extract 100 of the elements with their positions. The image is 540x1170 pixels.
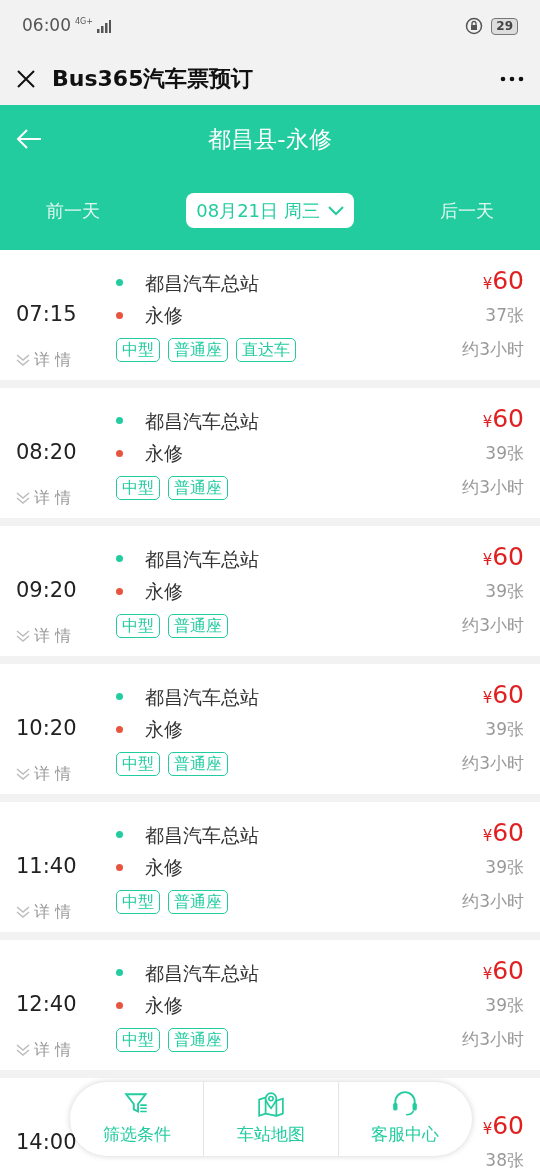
details-toggle[interactable]: 详 情 bbox=[16, 486, 72, 510]
details-toggle[interactable]: 详 情 bbox=[16, 762, 72, 786]
departure-station: 都昌汽车总站 bbox=[145, 822, 259, 848]
ticket-price: 60 bbox=[492, 819, 524, 845]
trip-card[interactable]: 08:20 详 情 都昌汽车总站 永修 中型 普通座 ¥60 39张 约3小时 bbox=[0, 388, 540, 518]
currency-symbol: ¥ bbox=[482, 412, 493, 433]
arrival-station: 永修 bbox=[145, 855, 183, 880]
trip-card[interactable]: 11:40 详 情 都昌汽车总站 永修 中型 普通座 ¥60 39张 约3小时 bbox=[0, 802, 540, 932]
status-time: 06:00 bbox=[22, 14, 71, 38]
seats-left: 39张 bbox=[485, 580, 524, 604]
more-icon[interactable] bbox=[500, 75, 524, 82]
trip-duration: 约3小时 bbox=[462, 337, 524, 361]
seats-left: 37张 bbox=[485, 304, 524, 328]
stop-dot bbox=[116, 863, 123, 871]
stop-dot bbox=[116, 693, 123, 701]
tag: 中型 bbox=[116, 751, 160, 776]
trip-card[interactable]: 12:40 详 情 都昌汽车总站 永修 中型 普通座 ¥60 39张 约3小时 bbox=[0, 940, 540, 1070]
currency-symbol: ¥ bbox=[482, 550, 493, 571]
currency-symbol: ¥ bbox=[482, 964, 493, 985]
tag: 中型 bbox=[116, 337, 160, 362]
map-pin-icon bbox=[257, 1090, 285, 1118]
page-title: Bus365汽车票预订 bbox=[52, 65, 255, 93]
stop-dot bbox=[116, 587, 123, 595]
departure-time: 12:40 bbox=[16, 991, 77, 1019]
ticket-price: 60 bbox=[492, 543, 524, 569]
stop-dot bbox=[116, 1001, 123, 1009]
double-chevron-icon bbox=[16, 767, 30, 781]
ticket-price: 60 bbox=[492, 957, 524, 983]
double-chevron-icon bbox=[16, 1043, 30, 1057]
departure-station: 都昌汽车总站 bbox=[145, 270, 259, 296]
tag: 中型 bbox=[116, 475, 160, 500]
stop-dot bbox=[116, 279, 123, 287]
seats-left: 39张 bbox=[485, 856, 524, 880]
ticket-price: 60 bbox=[492, 267, 524, 293]
stop-dot bbox=[116, 555, 123, 563]
route-title: 都昌县-永修 bbox=[208, 124, 332, 154]
currency-symbol: ¥ bbox=[482, 1119, 493, 1140]
details-toggle[interactable]: 详 情 bbox=[16, 624, 72, 648]
details-toggle[interactable]: 详 情 bbox=[16, 1038, 72, 1062]
tag: 普通座 bbox=[168, 337, 228, 362]
arrival-station: 永修 bbox=[145, 579, 183, 604]
currency-symbol: ¥ bbox=[482, 688, 493, 709]
trip-card[interactable]: 07:15 详 情 都昌汽车总站 永修 中型 普通座 直达车 ¥60 37张 约3小时 bbox=[0, 250, 540, 380]
rotation-lock-icon bbox=[465, 17, 484, 35]
stop-dot bbox=[116, 831, 123, 839]
tag: 普通座 bbox=[168, 1027, 228, 1052]
trip-card[interactable]: 09:20 详 情 都昌汽车总站 永修 中型 普通座 ¥60 39张 约3小时 bbox=[0, 526, 540, 656]
trip-card[interactable]: 10:20 详 情 都昌汽车总站 永修 中型 普通座 ¥60 39张 约3小时 bbox=[0, 664, 540, 794]
double-chevron-icon bbox=[16, 491, 30, 505]
seats-left: 39张 bbox=[485, 994, 524, 1018]
ticket-price: 60 bbox=[492, 405, 524, 431]
map-button[interactable]: 车站地图 bbox=[203, 1082, 338, 1156]
trip-duration: 约3小时 bbox=[462, 1027, 524, 1051]
arrival-station: 永修 bbox=[145, 441, 183, 466]
stop-dot bbox=[116, 969, 123, 977]
tag: 普通座 bbox=[168, 889, 228, 914]
departure-station: 都昌汽车总站 bbox=[145, 960, 259, 986]
date-picker[interactable]: 08月21日 周三 bbox=[186, 193, 354, 228]
double-chevron-icon bbox=[16, 629, 30, 643]
tag: 中型 bbox=[116, 889, 160, 914]
tag: 中型 bbox=[116, 1027, 160, 1052]
tag: 直达车 bbox=[236, 337, 296, 362]
seats-left: 38张 bbox=[485, 1149, 524, 1170]
chevron-icon bbox=[327, 205, 344, 216]
tag: 普通座 bbox=[168, 751, 228, 776]
trip-duration: 约3小时 bbox=[462, 751, 524, 775]
stop-dot bbox=[116, 449, 123, 457]
currency-symbol: ¥ bbox=[482, 274, 493, 295]
trip-duration: 约3小时 bbox=[462, 889, 524, 913]
departure-time: 08:20 bbox=[16, 439, 77, 467]
departure-time: 07:15 bbox=[16, 301, 77, 329]
close-icon[interactable] bbox=[16, 68, 36, 89]
tag: 普通座 bbox=[168, 475, 228, 500]
ticket-price: 60 bbox=[492, 1112, 524, 1138]
stop-dot bbox=[116, 311, 123, 319]
departure-station: 都昌汽车总站 bbox=[145, 684, 259, 710]
seats-left: 39张 bbox=[485, 442, 524, 466]
departure-station: 都昌汽车总站 bbox=[145, 546, 259, 572]
service-button[interactable]: 客服中心 bbox=[337, 1082, 472, 1156]
departure-time: 14:00 bbox=[16, 1129, 77, 1157]
arrival-station: 永修 bbox=[145, 717, 183, 742]
departure-time: 09:20 bbox=[16, 577, 77, 605]
stop-dot bbox=[116, 417, 123, 425]
next-day-button[interactable]: 后一天 bbox=[433, 196, 500, 225]
tag: 普通座 bbox=[168, 613, 228, 638]
departure-time: 11:40 bbox=[16, 853, 77, 881]
details-toggle[interactable]: 详 情 bbox=[16, 900, 72, 924]
stop-dot bbox=[116, 725, 123, 733]
trip-duration: 约3小时 bbox=[462, 475, 524, 499]
double-chevron-icon bbox=[16, 905, 30, 919]
arrival-station: 永修 bbox=[145, 303, 183, 328]
departure-station: 都昌汽车总站 bbox=[145, 408, 259, 434]
seats-left: 39张 bbox=[485, 718, 524, 742]
headset-icon bbox=[391, 1090, 420, 1118]
details-toggle[interactable]: 详 情 bbox=[16, 348, 72, 372]
trip-duration: 约3小时 bbox=[462, 613, 524, 637]
battery-icon: 29 bbox=[491, 17, 518, 35]
previous-day-button[interactable]: 前一天 bbox=[40, 196, 107, 225]
double-chevron-icon bbox=[16, 353, 30, 367]
tag: 中型 bbox=[116, 613, 160, 638]
